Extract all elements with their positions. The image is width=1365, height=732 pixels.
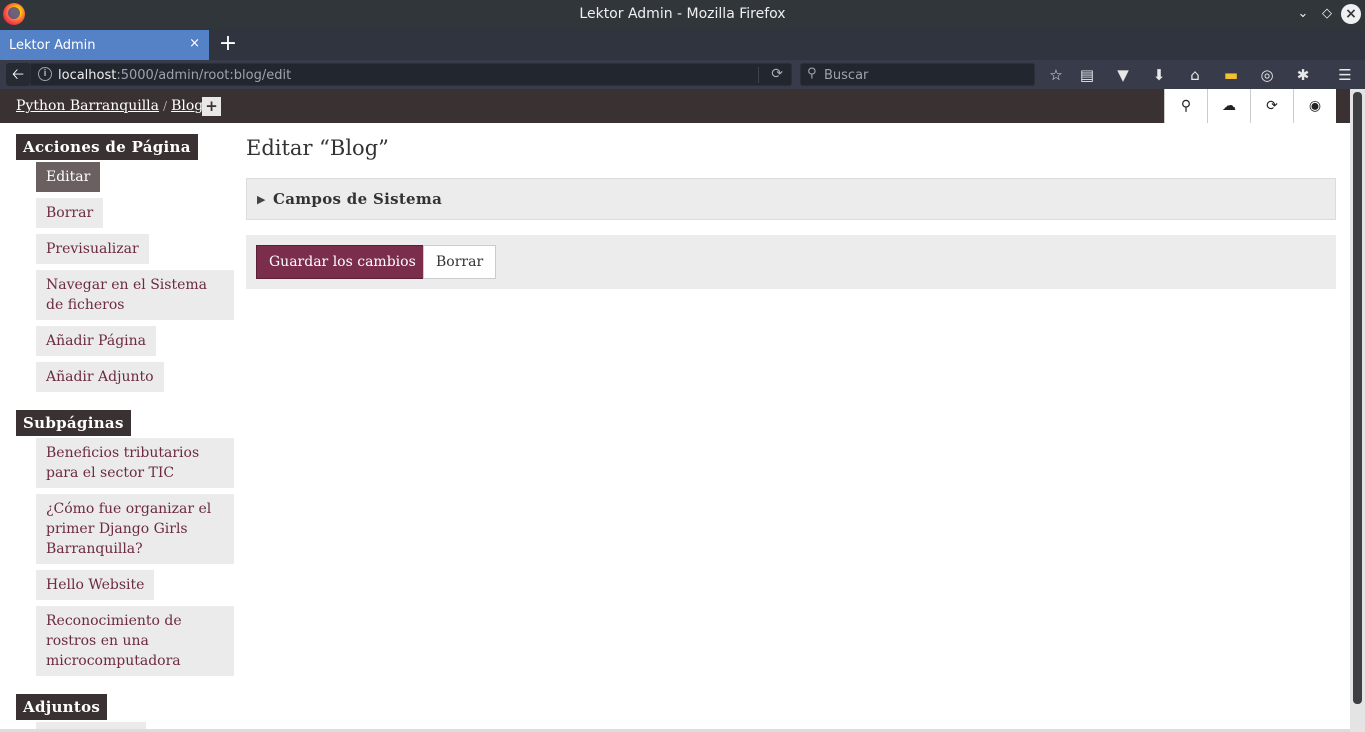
tab-strip: Lektor Admin × + [0, 29, 1365, 60]
home-icon[interactable]: ⌂ [1184, 64, 1206, 86]
action-add-attachment[interactable]: Añadir Adjunto [36, 362, 164, 392]
minimize-chevron-icon[interactable]: ⌄ [1293, 4, 1313, 24]
action-preview[interactable]: Previsualizar [36, 234, 149, 264]
system-fields-label: Campos de Sistema [273, 190, 443, 208]
form-actions: Guardar los cambios Borrar [246, 235, 1336, 289]
window-titlebar: Lektor Admin - Mozilla Firefox ⌄ ◇ × [0, 0, 1365, 29]
lektor-header: Python Barranquilla / Blog + ⚲ ☁ ⟳ ◉ [0, 89, 1350, 123]
expand-triangle-icon: ▶ [257, 193, 266, 206]
navigation-toolbar: 🡠 i localhost:5000/admin/root:blog/edit … [0, 60, 1365, 89]
subpage-item[interactable]: ¿Cómo fue organizar el primer Django Gir… [36, 494, 234, 564]
tab-close-icon[interactable]: × [189, 36, 200, 51]
page-title: Editar “Blog” [246, 136, 389, 160]
breadcrumb: Python Barranquilla / Blog [16, 98, 203, 114]
sidebar: Acciones de Página Editar Borrar Previsu… [16, 134, 234, 732]
attachments-heading: Adjuntos [16, 694, 108, 720]
hamburger-menu-icon[interactable]: ☰ [1334, 64, 1356, 86]
ruler-extension-icon[interactable]: ▬ [1220, 64, 1242, 86]
page-scrollbar[interactable] [1350, 89, 1365, 732]
downloads-icon[interactable]: ⬇ [1148, 64, 1170, 86]
breadcrumb-site-link[interactable]: Python Barranquilla [16, 98, 159, 114]
url-bar[interactable]: i localhost:5000/admin/root:blog/edit ⟳ [30, 63, 792, 86]
tab-title: Lektor Admin [9, 38, 96, 53]
globe-extension-icon[interactable]: ◎ [1256, 64, 1278, 86]
reload-icon[interactable]: ⟳ [771, 66, 783, 82]
breadcrumb-current-link[interactable]: Blog [171, 98, 203, 114]
reading-list-icon[interactable]: ▤ [1076, 64, 1098, 86]
subpages-list: Beneficios tributarios para el sector TI… [36, 438, 234, 676]
maximize-diamond-icon[interactable]: ◇ [1317, 4, 1337, 24]
site-info-icon[interactable]: i [38, 67, 52, 81]
action-delete[interactable]: Borrar [36, 198, 104, 228]
bookmark-star-icon[interactable]: ☆ [1045, 64, 1067, 86]
system-fields-toggle[interactable]: ▶ Campos de Sistema [246, 178, 1336, 220]
find-search-icon[interactable]: ⚲ [1164, 89, 1207, 123]
window-title: Lektor Admin - Mozilla Firefox [579, 6, 786, 22]
subpage-item[interactable]: Beneficios tributarios para el sector TI… [36, 438, 234, 488]
search-bar[interactable]: ⚲ Buscar [800, 63, 1035, 86]
save-button[interactable]: Guardar los cambios [256, 245, 429, 279]
search-magnifier-icon: ⚲ [807, 66, 817, 81]
action-edit[interactable]: Editar [36, 162, 101, 192]
search-placeholder: Buscar [824, 68, 869, 83]
delete-button[interactable]: Borrar [423, 245, 497, 279]
breadcrumb-separator: / [163, 99, 168, 113]
pocket-icon[interactable]: ▼ [1112, 64, 1134, 86]
page-actions-list: Editar Borrar Previsualizar Navegar en e… [36, 162, 234, 392]
subpages-heading: Subpáginas [16, 410, 131, 436]
page-actions-heading: Acciones de Página [16, 134, 198, 160]
url-text[interactable]: localhost:5000/admin/root:blog/edit [58, 68, 291, 83]
publish-cloud-upload-icon[interactable]: ☁ [1207, 89, 1250, 123]
preview-eye-icon[interactable]: ◉ [1293, 89, 1336, 123]
refresh-build-icon[interactable]: ⟳ [1250, 89, 1293, 123]
new-tab-button[interactable]: + [217, 30, 239, 60]
window-close-button[interactable]: × [1341, 4, 1361, 24]
url-separator [758, 67, 759, 83]
back-button[interactable]: 🡠 [6, 63, 30, 86]
action-add-page[interactable]: Añadir Página [36, 326, 156, 356]
tab-lektor-admin[interactable]: Lektor Admin × [0, 30, 209, 60]
scrollbar-thumb[interactable] [1353, 92, 1362, 704]
subpage-item[interactable]: Reconocimiento de rostros en una microco… [36, 606, 234, 676]
developer-tools-icon[interactable]: ✱ [1292, 64, 1314, 86]
action-browse-filesystem[interactable]: Navegar en el Sistema de ficheros [36, 270, 234, 320]
add-page-button[interactable]: + [202, 97, 221, 116]
subpage-item[interactable]: Hello Website [36, 570, 155, 600]
